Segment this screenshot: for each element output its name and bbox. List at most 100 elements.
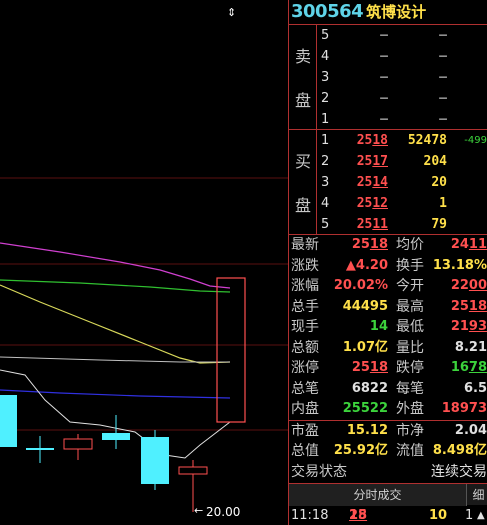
pb-value: 2.04 xyxy=(454,422,487,438)
low-label: 最低 xyxy=(396,319,424,335)
status-label: 交易状态 xyxy=(291,463,347,480)
hand-value: 44495 xyxy=(342,298,388,314)
pe-label: 市盈 xyxy=(291,422,319,439)
level-number: 5 xyxy=(321,217,330,232)
level-number: 5 xyxy=(321,28,330,43)
tab-detail[interactable]: 细 xyxy=(469,484,487,506)
now-value: 14 xyxy=(369,319,388,334)
level-volume: – xyxy=(439,112,447,127)
level-price: 2517 xyxy=(356,154,388,169)
mcap-value: 25.92亿 xyxy=(333,443,388,458)
level-volume: 1 xyxy=(439,196,447,211)
ratio-value: 8.21 xyxy=(454,339,487,355)
stats-row: 总值 25.92亿 流值 8.498亿 xyxy=(289,441,487,462)
float-value: 8.498亿 xyxy=(432,443,487,458)
sell-level-row[interactable]: 1 – – xyxy=(289,109,487,130)
stats-row: 市盈 15.12 市净 2.04 xyxy=(289,421,487,442)
stats-row: 涨跌 ▲4.20 换手 13.18% xyxy=(289,256,487,277)
open-value: 2200 xyxy=(450,278,487,293)
ma-line-white-flat xyxy=(0,356,230,363)
stock-header: 300564 筑博设计 xyxy=(289,0,487,24)
candle-bullish xyxy=(178,466,208,475)
level-number: 3 xyxy=(321,70,330,85)
candle-bullish xyxy=(63,438,93,450)
level-number: 2 xyxy=(321,91,330,106)
stats-row: 内盘 25522 外盘 18973 xyxy=(289,399,487,420)
stats-row: 总笔 6822 每笔 6.5 xyxy=(289,379,487,400)
buy-level-row[interactable]: 3 2514 20 xyxy=(289,172,487,193)
level-volume: 79 xyxy=(431,217,447,232)
outer-label: 外盘 xyxy=(396,401,424,417)
low-price-arrow-icon: ← xyxy=(194,504,204,517)
limit-down-value: 1678 xyxy=(450,360,487,375)
ratio-label: 量比 xyxy=(396,339,424,356)
deals-label: 总笔 xyxy=(291,380,319,397)
candlestick-chart[interactable]: ⇕ ← 20.00 xyxy=(0,0,288,525)
high-label: 最高 xyxy=(396,298,424,315)
buy-level-row[interactable]: 2 2517 204 xyxy=(289,151,487,172)
trade-volume: 10 xyxy=(429,508,448,523)
limit-up-label: 涨停 xyxy=(291,360,319,376)
level-price: 2514 xyxy=(356,175,388,190)
quote-panel: 300564 筑博设计 卖 盘 5– – 4– – 3– – 2– – 1– – 买 盘 1… xyxy=(288,0,487,525)
level-price: 2518 xyxy=(356,133,388,148)
level-number: 2 xyxy=(321,154,330,169)
sell-orders: 卖 盘 5– – 4– – 3– – 2– – 1– – xyxy=(289,24,487,129)
candle-bearish xyxy=(102,433,130,440)
level-price: – xyxy=(380,28,388,43)
turnover-value: 13.18% xyxy=(432,257,487,273)
turnover-label: 换手 xyxy=(396,257,424,274)
avg-value: 2411 xyxy=(450,237,487,252)
level-volume: – xyxy=(439,70,447,85)
stock-code: 300564 xyxy=(291,1,364,22)
mcap-label: 总值 xyxy=(291,443,319,459)
buy-level-row[interactable]: 5 2511 79 xyxy=(289,214,487,235)
level-price: – xyxy=(380,70,388,85)
sell-level-row[interactable]: 4 – – xyxy=(289,46,487,67)
open-label: 今开 xyxy=(396,278,424,294)
amount-value: 1.07亿 xyxy=(342,339,388,355)
level-price: 2511 xyxy=(356,217,388,232)
latest-label: 最新 xyxy=(291,237,319,253)
buy-level-row[interactable]: 4 2512 1 xyxy=(289,193,487,214)
sell-level-row[interactable]: 2 – – xyxy=(289,88,487,109)
stats-row: 最新 2518 均价 2411 xyxy=(289,235,487,256)
change-value: ▲4.20 xyxy=(345,257,388,273)
level-number: 4 xyxy=(321,49,330,64)
latest-value: 2518 xyxy=(351,237,388,252)
scroll-marker-icon[interactable]: ⇕ xyxy=(227,6,236,19)
now-label: 现手 xyxy=(291,319,319,335)
stats-row: 交易状态 连续交易 xyxy=(289,462,487,483)
low-price-label: 20.00 xyxy=(206,505,241,519)
trade-time: 11:18 xyxy=(291,508,329,523)
buy-level-row[interactable]: 1 2518 52478 -499 xyxy=(289,130,487,151)
candle-bearish xyxy=(0,395,17,447)
ma-line-green xyxy=(0,279,231,293)
tab-tick-trades[interactable]: 分时成交 xyxy=(289,484,467,506)
stats-row: 现手 14 最低 2193 xyxy=(289,317,487,338)
level-number: 4 xyxy=(321,196,330,211)
stats-row: 总手 44495 最高 2518 xyxy=(289,297,487,318)
limit-down-label: 跌停 xyxy=(396,360,424,376)
scroll-up-icon[interactable]: ▲ xyxy=(477,506,485,525)
level-price: – xyxy=(380,112,388,127)
sell-level-row[interactable]: 3 – – xyxy=(289,67,487,88)
level-price: – xyxy=(380,49,388,64)
quote-stats: 最新 2518 均价 2411 涨跌 ▲4.20 换手 13.18% 涨幅 20… xyxy=(289,234,487,482)
high-value: 2518 xyxy=(450,298,487,314)
sell-level-row[interactable]: 5 – – xyxy=(289,25,487,46)
float-label: 流值 xyxy=(396,443,424,459)
ma-line-yellow xyxy=(0,284,231,364)
stats-row: 涨幅 20.02% 今开 2200 xyxy=(289,276,487,297)
inner-label: 内盘 xyxy=(291,401,319,417)
change-label: 涨跌 xyxy=(291,257,319,274)
level-number: 1 xyxy=(321,133,330,148)
per-deal-label: 每笔 xyxy=(396,380,424,397)
trade-row[interactable]: 11:18 25 18 10 1 ▲ xyxy=(289,506,487,525)
level-price: 2512 xyxy=(356,196,388,211)
ma-line-blue xyxy=(0,389,231,399)
chart-canvas xyxy=(0,177,288,512)
trade-count: 1 xyxy=(465,508,474,523)
pct-value: 20.02% xyxy=(333,278,388,293)
pe-value: 15.12 xyxy=(346,422,388,438)
